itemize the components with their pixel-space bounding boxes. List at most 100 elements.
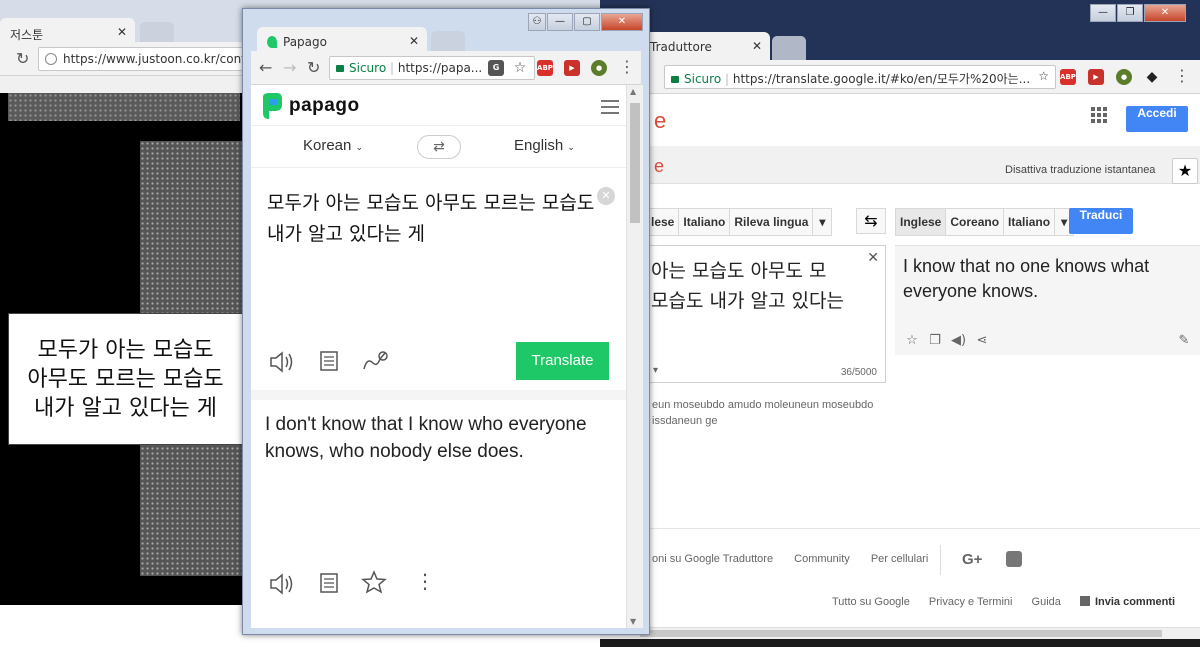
more-icon[interactable]: ⋮ [415, 569, 435, 593]
header-divider [251, 125, 626, 126]
romanization-line-2: issdaneun ge [652, 415, 718, 427]
edit-icon[interactable]: ✎ [1177, 334, 1191, 348]
footer-link-about-google[interactable]: Tutto su Google [832, 596, 910, 608]
left-url-bar[interactable]: https://www.justoon.co.kr/conten [38, 47, 243, 71]
feedback-link[interactable]: Invia commenti [1079, 596, 1176, 608]
footer-row-2: Tutto su Google Privacy e Termini Guida … [832, 596, 1175, 608]
footer-link-community[interactable]: Community [794, 553, 850, 565]
star-icon[interactable]: ☆ [905, 334, 919, 348]
speaker-icon[interactable] [269, 351, 295, 377]
target-lang-italian-tab[interactable]: Italiano [1003, 208, 1056, 236]
scroll-down-icon[interactable]: ▼ [630, 617, 636, 626]
restore-icon[interactable]: ❐ [1117, 4, 1143, 22]
reload-icon[interactable]: ↻ [16, 50, 29, 68]
window-close-icon[interactable]: ✕ [601, 13, 643, 31]
minimize-icon[interactable]: — [547, 13, 573, 31]
profile-icon[interactable]: ⚇ [528, 13, 546, 31]
vertical-scrollbar[interactable]: ▲ ▼ [626, 85, 643, 628]
detect-language-tab[interactable]: Rileva lingua [729, 208, 814, 236]
source-lang-italian-tab[interactable]: Italiano [678, 208, 731, 236]
papago-url-bar[interactable]: Sicuro | https://papa... [329, 56, 535, 80]
apps-grid-icon[interactable] [1090, 106, 1108, 128]
section-divider [251, 390, 626, 400]
extension-globe-icon[interactable]: ● [1116, 69, 1132, 85]
blogger-icon[interactable] [1006, 551, 1022, 567]
swap-icon[interactable]: ⇆ [856, 208, 886, 234]
google-translate-window: Traduttore ✕ — ❐ ✕ Sicuro | https://transl… [600, 0, 1200, 647]
target-lang-english-tab[interactable]: Inglese [895, 208, 947, 236]
close-icon[interactable]: ✕ [409, 34, 419, 48]
extension-globe-icon[interactable]: ● [591, 60, 607, 76]
handwriting-icon[interactable] [361, 349, 389, 377]
gt-secure-label: Sicuro [684, 72, 722, 86]
menu-dots-icon[interactable]: ⋮ [1174, 67, 1190, 85]
source-lang-english-tab[interactable]: lese [646, 208, 680, 236]
gt-tab-title: Traduttore [650, 40, 712, 54]
back-icon[interactable]: ← [259, 59, 272, 77]
target-language-select[interactable]: English ⌄ [514, 137, 575, 154]
speaker-icon[interactable] [269, 573, 295, 599]
forward-icon[interactable]: → [283, 59, 296, 77]
lang-divider [251, 167, 626, 168]
copy-icon[interactable]: ❐ [928, 334, 942, 348]
adblock-icon[interactable]: ABP [537, 60, 553, 76]
phrasebook-star-icon[interactable]: ★ [1172, 158, 1198, 184]
gt-source-line-2: 모습도 내가 알고 있다는 [651, 290, 844, 312]
new-tab-button[interactable] [772, 36, 806, 62]
clear-icon[interactable]: ✕ [597, 187, 615, 205]
extension-fish-icon[interactable]: ◆ [1144, 69, 1160, 85]
close-icon[interactable]: ✕ [117, 25, 127, 39]
clear-icon[interactable]: ✕ [867, 250, 879, 266]
gt-source-text: 아는 모습도 아무도 모 모습도 내가 알고 있다는 [651, 256, 844, 316]
translate-page-icon[interactable]: G [488, 60, 504, 76]
translate-button[interactable]: Traduci [1069, 208, 1133, 234]
papago-logo-text: papago [289, 95, 360, 116]
star-icon[interactable] [361, 570, 387, 598]
speaker-icon[interactable]: ◀) [951, 334, 966, 348]
footer-link-about-translate[interactable]: oni su Google Traduttore [652, 553, 773, 565]
translate-button[interactable]: Translate [516, 342, 609, 380]
chevron-down-icon: ⌄ [355, 142, 364, 152]
gt-url-bar[interactable]: Sicuro | https://translate.google.it/#ko… [664, 65, 1056, 89]
swap-icon[interactable]: ⇄ [417, 135, 461, 159]
google-plus-icon[interactable]: G+ [962, 551, 982, 568]
gt-tab[interactable]: Traduttore ✕ [640, 32, 770, 62]
chevron-down-icon[interactable]: ▾ [653, 365, 658, 376]
horizontal-scrollbar[interactable] [600, 627, 1200, 639]
gt-source-box[interactable]: 아는 모습도 아무도 모 모습도 내가 알고 있다는 ✕ ▾ 36/5000 [646, 245, 886, 383]
instant-toggle[interactable]: Disattiva traduzione istantanea [1005, 164, 1155, 176]
minimize-icon[interactable]: — [1090, 4, 1116, 22]
target-lang-korean-tab[interactable]: Coreano [945, 208, 1005, 236]
source-language-label: Korean [303, 137, 352, 154]
adblock-icon[interactable]: ABP [1060, 69, 1076, 85]
chevron-down-icon[interactable]: ▾ [812, 208, 833, 236]
extension-icon[interactable]: ▶ [564, 60, 580, 76]
footer-row-1: oni su Google Traduttore Community Per c… [652, 553, 928, 565]
footer-link-mobile[interactable]: Per cellulari [871, 553, 928, 565]
scrollbar-thumb[interactable] [630, 103, 640, 223]
menu-dots-icon[interactable]: ⋮ [619, 58, 635, 76]
close-icon[interactable]: ✕ [752, 39, 762, 53]
feedback-label: Invia commenti [1094, 596, 1176, 608]
source-language-select[interactable]: Korean ⌄ [303, 137, 363, 154]
source-text-area[interactable]: 모두가 아는 모습도 아무도 모르는 모습도 내가 알고 있다는 게 [267, 188, 597, 250]
star-icon[interactable]: ☆ [512, 60, 528, 76]
sign-in-button[interactable]: Accedi [1126, 106, 1188, 132]
footer-link-privacy[interactable]: Privacy e Termini [929, 596, 1013, 608]
extension-icon[interactable]: ▶ [1088, 69, 1104, 85]
footer-separator [940, 545, 941, 575]
menu-icon[interactable] [601, 100, 619, 114]
papago-favicon [267, 36, 277, 48]
footer-link-help[interactable]: Guida [1032, 596, 1061, 608]
copy-icon[interactable] [319, 350, 341, 376]
romanization: eun moseubdo amudo moleuneun moseubdo is… [652, 397, 873, 429]
info-icon [45, 53, 57, 65]
scroll-up-icon[interactable]: ▲ [630, 87, 636, 96]
copy-icon[interactable] [319, 572, 341, 598]
reload-icon[interactable]: ↻ [307, 59, 320, 77]
window-close-icon[interactable]: ✕ [1144, 4, 1186, 22]
maximize-icon[interactable]: ▢ [574, 13, 600, 31]
share-icon[interactable]: ⋖ [975, 334, 989, 348]
star-icon[interactable]: ☆ [1038, 69, 1049, 83]
scrollbar-thumb[interactable] [640, 630, 1162, 637]
